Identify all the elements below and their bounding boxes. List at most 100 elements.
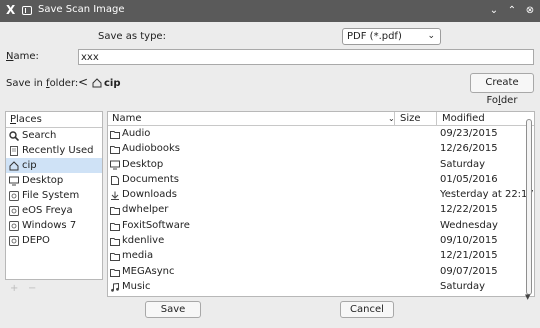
file-modified: Wednesday [440, 219, 498, 231]
create-folder-button[interactable]: Create Folder [470, 73, 534, 106]
desktop-icon [9, 176, 19, 186]
vertical-scrollbar[interactable]: ▼ [525, 119, 533, 301]
file-name: Desktop [122, 158, 164, 170]
drive-icon [9, 221, 19, 231]
title-bar: X Save Scan Image ⌄ ⌃ ⊗ [0, 0, 540, 22]
back-button[interactable]: < [78, 75, 88, 89]
folder-icon [110, 205, 120, 216]
drive-icon [9, 191, 19, 201]
file-row[interactable]: MEGAsync 09/07/2015 [108, 264, 534, 279]
file-modified: 12/22/2015 [440, 204, 498, 216]
place-label: Search [22, 130, 57, 141]
file-row[interactable]: Music Saturday [108, 279, 534, 294]
window-title: Save Scan Image [38, 4, 125, 15]
places-pane: Places Search Recently Used cip Desktop File… [5, 111, 103, 280]
place-item[interactable]: Recently Used [6, 143, 102, 158]
downloads-icon [110, 190, 120, 201]
file-name: Music [122, 280, 151, 292]
app-icon: X [6, 3, 16, 17]
file-name: Audiobooks [122, 143, 181, 155]
file-name: MEGAsync [122, 265, 175, 277]
close-icon[interactable]: ⊗ [522, 3, 538, 19]
file-list-header: Name ⌄ Size Modified [108, 112, 534, 126]
file-name: Downloads [122, 189, 177, 201]
add-place-icon[interactable]: + [10, 283, 18, 294]
place-item[interactable]: Windows 7 [6, 218, 102, 233]
folder-icon [110, 144, 120, 155]
drive-icon [9, 236, 19, 246]
home-icon [9, 161, 19, 171]
file-row[interactable]: Audiobooks 12/26/2015 [108, 141, 534, 156]
place-item[interactable]: Search [6, 128, 102, 143]
folder-icon [110, 267, 120, 277]
breadcrumb-current[interactable]: cip [104, 78, 121, 89]
desktop-icon [110, 160, 120, 170]
file-name: media [122, 250, 154, 262]
search-icon [9, 131, 20, 142]
place-item[interactable]: DEPO [6, 233, 102, 248]
file-modified: 12/26/2015 [440, 143, 498, 155]
save-in-folder-label: Save in folder: [6, 78, 79, 89]
place-item[interactable]: File System [6, 188, 102, 203]
file-modified: Saturday [440, 158, 486, 170]
file-name: kdenlive [122, 235, 165, 247]
file-name: FoxitSoftware [122, 219, 190, 231]
file-modified: 01/05/2016 [440, 173, 498, 185]
scroll-down-icon[interactable]: ▼ [525, 293, 530, 301]
place-label: Desktop [22, 175, 64, 186]
file-row[interactable]: media 12/21/2015 [108, 248, 534, 263]
file-modified: Saturday [440, 280, 486, 292]
place-item[interactable]: eOS Freya [6, 203, 102, 218]
save-type-label: Save as type: [98, 31, 166, 42]
place-item[interactable]: Desktop [6, 173, 102, 188]
file-modified: 12/21/2015 [440, 250, 498, 262]
home-icon [92, 78, 102, 88]
file-row[interactable]: kdenlive 09/10/2015 [108, 233, 534, 248]
folder-icon [110, 236, 120, 247]
file-row[interactable]: dwhelper 12/22/2015 [108, 202, 534, 217]
place-item[interactable]: cip [6, 158, 102, 173]
file-name: dwhelper [122, 204, 169, 216]
place-label: File System [22, 190, 80, 201]
documents-icon [110, 175, 120, 185]
name-input[interactable] [78, 49, 534, 65]
recent-icon [9, 146, 19, 156]
file-row[interactable]: Audio 09/23/2015 [108, 126, 534, 141]
maximize-icon[interactable]: ⌃ [504, 3, 520, 19]
music-icon [110, 282, 120, 292]
file-type-select[interactable]: PDF (*.pdf) ⌄ [342, 28, 441, 45]
minimize-icon[interactable]: ⌄ [486, 3, 502, 19]
drive-icon [9, 206, 19, 216]
file-row[interactable]: Desktop Saturday [108, 157, 534, 172]
file-name: Audio [122, 128, 151, 139]
save-button[interactable]: Save [145, 301, 201, 318]
file-modified: 09/23/2015 [440, 128, 498, 139]
column-size[interactable]: Size [396, 112, 421, 126]
cancel-button[interactable]: Cancel [340, 301, 394, 318]
place-label: Windows 7 [22, 220, 77, 231]
file-row[interactable]: Documents 01/05/2016 [108, 172, 534, 187]
file-modified: 09/07/2015 [440, 265, 498, 277]
file-type-value: PDF (*.pdf) [347, 31, 402, 42]
places-header: Places [6, 112, 102, 128]
place-label: DEPO [22, 235, 50, 246]
chevron-down-icon: ⌄ [427, 31, 435, 41]
place-label: eOS Freya [22, 205, 73, 216]
file-modified: 09/10/2015 [440, 235, 498, 247]
name-label: Name: [6, 51, 39, 62]
file-row[interactable]: Downloads Yesterday at 22:17 [108, 187, 534, 202]
folder-icon [110, 129, 120, 139]
file-row[interactable]: FoxitSoftware Wednesday [108, 218, 534, 233]
column-modified[interactable]: Modified [438, 112, 485, 126]
folder-icon [110, 251, 120, 262]
window-menu-icon[interactable] [22, 6, 32, 15]
file-name: Documents [122, 173, 180, 185]
places-tools: + − [10, 283, 36, 294]
folder-icon [110, 221, 120, 231]
file-list: Name ⌄ Size Modified Audio 09/23/2015 Audi… [107, 111, 535, 301]
place-label: cip [22, 160, 37, 171]
remove-place-icon[interactable]: − [28, 283, 36, 294]
place-label: Recently Used [22, 145, 94, 156]
column-name[interactable]: Name [108, 112, 142, 126]
file-modified: Yesterday at 22:17 [440, 189, 534, 201]
